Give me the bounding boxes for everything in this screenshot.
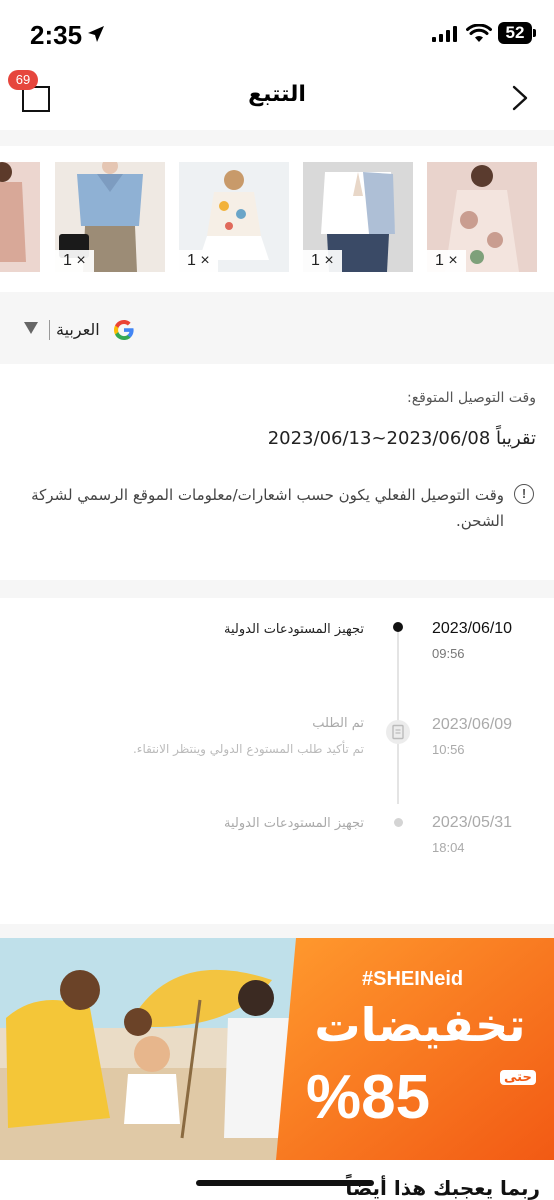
chevron-right-icon[interactable] [508,84,532,112]
divider [49,320,50,340]
quantity-label: 1 × [55,250,94,272]
product-thumbnail[interactable]: 1 × [55,162,165,272]
timeline-time: 10:56 [432,742,465,757]
battery-tip [533,29,536,37]
banner-tag: #SHEINeid [362,968,464,990]
page-title: التتبع [248,82,306,107]
timeline-date: 2023/06/10 [432,620,513,637]
banner-headline: تخفيضات [314,998,526,1052]
info-icon: ! [514,484,534,504]
product-thumbnail[interactable]: 1 × [179,162,289,272]
product-thumbnails[interactable]: 1 × 1 × 1 × 1 × [0,146,554,290]
product-thumbnail[interactable]: 1 × [303,162,413,272]
eta-value: تقريباً 2023/06/08~2023/06/13 [267,428,536,449]
timeline-time: 18:04 [432,840,465,855]
product-thumbnail[interactable]: 1 × [427,162,537,272]
banner-upto: حتى [500,1070,536,1085]
section-divider [0,580,554,598]
product-thumbnail[interactable] [0,162,40,272]
section-divider [0,924,554,938]
timeline-date: 2023/06/09 [432,716,513,733]
product-image [0,162,40,272]
quantity-label: 1 × [427,250,466,272]
timeline-status: تجهيز المستودعات الدولية [224,622,364,637]
wifi-icon [466,24,492,42]
banner-discount: %85 [306,1063,431,1132]
timeline-status: تجهيز المستودعات الدولية [224,816,364,831]
cellular-signal-icon [432,26,457,42]
quantity-label: 1 × [179,250,218,272]
google-logo-icon [114,320,134,340]
section-divider [0,130,554,146]
timeline-dot-active [393,622,403,632]
eta-label: وقت التوصيل المتوقع: [407,390,536,406]
timeline-line [397,628,399,804]
language-label[interactable]: العربية [56,320,100,339]
header: 69 التتبع [0,64,554,130]
caret-down-icon[interactable] [24,322,38,334]
timeline-time: 09:56 [432,646,465,661]
quantity-label: 1 × [303,250,342,272]
delivery-note: وقت التوصيل الفعلي يكون حسب اشعارات/معلو… [31,486,504,530]
timeline-status: تم الطلب [312,716,364,731]
timeline-date: 2023/05/31 [432,814,513,831]
timeline-dot [394,818,403,827]
status-bar: 2:35 52 [0,0,554,64]
home-indicator[interactable] [196,1180,374,1186]
timeline-detail: تم تأكيد طلب المستودع الدولي وينتظر الان… [132,742,364,756]
document-icon [386,720,410,744]
status-time: 2:35 [30,20,83,50]
recommend-title: ربما يعجبك هذا أيضاً [345,1176,540,1200]
battery-indicator: 52 [498,22,532,44]
location-arrow-icon [88,26,104,42]
promo-banner[interactable]: #SHEINeid تخفيضات حتى %85 [0,938,554,1160]
